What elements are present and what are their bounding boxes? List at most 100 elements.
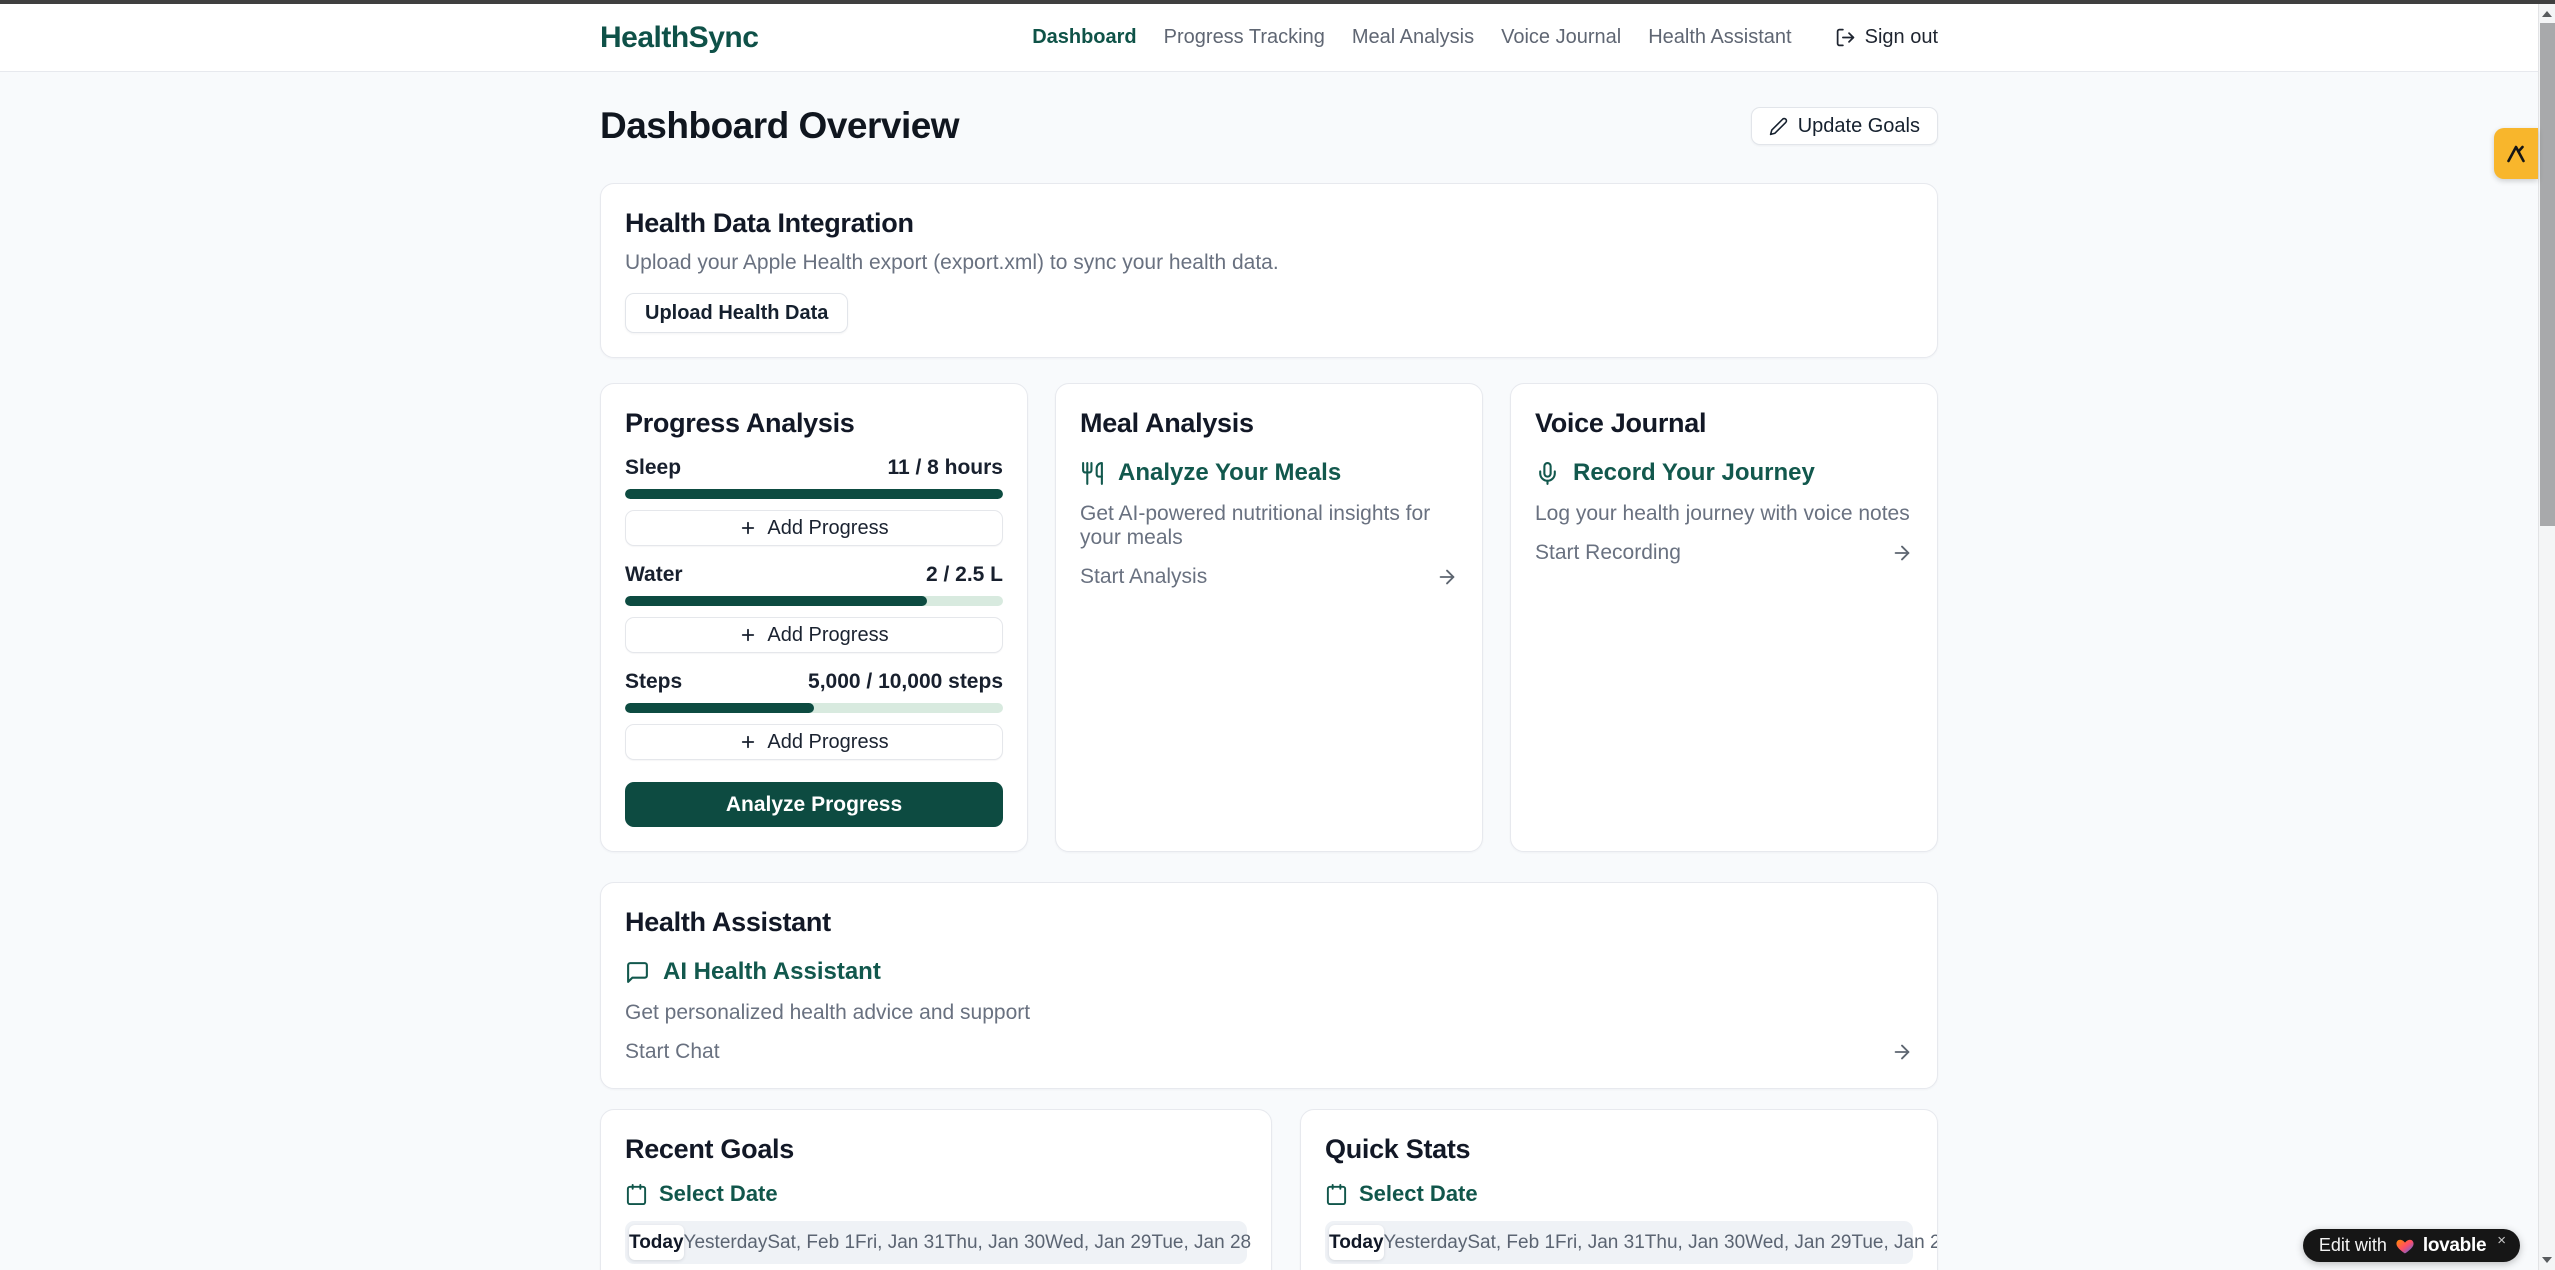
analyze-your-meals-label: Analyze Your Meals [1118,459,1341,487]
arrow-right-icon [1436,566,1458,588]
add-progress-label: Add Progress [767,731,888,754]
tab-sat-feb-1[interactable]: Sat, Feb 1 [1467,1225,1555,1260]
tab-thu-jan-30[interactable]: Thu, Jan 30 [1645,1225,1745,1260]
tab-sat-feb-1[interactable]: Sat, Feb 1 [767,1225,855,1260]
start-analysis-label: Start Analysis [1080,565,1207,589]
water-label: Water [625,563,683,587]
voice-journal-card: Voice Journal Record Your Journey Log yo… [1510,383,1938,852]
edit-with-label: Edit with [2319,1235,2387,1256]
voice-description: Log your health journey with voice notes [1535,502,1913,526]
nav-progress-tracking[interactable]: Progress Tracking [1164,26,1325,49]
window-top-edge [0,0,2555,4]
analyze-progress-button[interactable]: Analyze Progress [625,782,1003,827]
start-chat-label: Start Chat [625,1040,720,1064]
quick-stats-card: Quick Stats Select Date Today Yesterday … [1300,1109,1938,1270]
tab-tue-jan-28[interactable]: Tue, Jan 28 [1151,1225,1251,1260]
start-chat-link[interactable]: Start Chat [625,1040,1913,1064]
select-date-label: Select Date [1359,1181,1478,1207]
arrow-right-icon [1891,1041,1913,1063]
lovable-brand-label: lovable [2423,1235,2486,1257]
steps-value: 5,000 / 10,000 steps [808,670,1003,694]
app-logo[interactable]: HealthSync [600,21,758,55]
plus-icon [739,519,757,537]
tab-yesterday[interactable]: Yesterday [1384,1225,1468,1260]
tab-yesterday[interactable]: Yesterday [684,1225,768,1260]
start-recording-label: Start Recording [1535,541,1681,565]
health-assistant-card: Health Assistant AI Health Assistant Get… [600,882,1938,1089]
meal-description: Get AI-powered nutritional insights for … [1080,502,1458,550]
health-data-integration-card: Health Data Integration Upload your Appl… [600,183,1938,358]
add-sleep-progress-button[interactable]: Add Progress [625,510,1003,546]
meal-analysis-title: Meal Analysis [1080,408,1458,439]
main-content: Dashboard Overview Update Goals Health D… [0,72,2538,1270]
header: HealthSync Dashboard Progress Tracking M… [0,4,2538,72]
add-water-progress-button[interactable]: Add Progress [625,617,1003,653]
sleep-value: 11 / 8 hours [887,456,1003,480]
start-analysis-link[interactable]: Start Analysis [1080,565,1458,589]
recent-goals-date-tabs: Today Yesterday Sat, Feb 1 Fri, Jan 31 T… [625,1221,1247,1264]
add-steps-progress-button[interactable]: Add Progress [625,724,1003,760]
nav-meal-analysis[interactable]: Meal Analysis [1352,26,1474,49]
tab-thu-jan-30[interactable]: Thu, Jan 30 [945,1225,1045,1260]
logout-icon [1835,27,1856,48]
caret-logo-icon [2504,142,2528,166]
ai-health-assistant-label: AI Health Assistant [663,958,881,986]
edit-with-lovable-badge[interactable]: Edit with lovable × [2303,1229,2520,1262]
tab-fri-jan-31[interactable]: Fri, Jan 31 [855,1225,945,1260]
close-icon[interactable]: × [2497,1232,2506,1249]
sign-out-button[interactable]: Sign out [1835,26,1938,49]
scrollbar-thumb[interactable] [2540,23,2555,526]
recent-goals-title: Recent Goals [625,1134,1247,1165]
recent-goals-card: Recent Goals Select Date Today Yesterday… [600,1109,1272,1270]
upload-health-data-button[interactable]: Upload Health Data [625,293,848,333]
quick-stats-title: Quick Stats [1325,1134,1913,1165]
main-nav: Dashboard Progress Tracking Meal Analysi… [1032,26,1938,49]
scrollbar-up-arrow[interactable] [2539,6,2555,22]
plus-icon [739,626,757,644]
utensils-icon [1080,461,1105,486]
tab-wed-jan-29[interactable]: Wed, Jan 29 [1045,1225,1151,1260]
record-your-journey-label: Record Your Journey [1573,459,1815,487]
lovable-heart-icon [2395,1236,2415,1256]
page-title: Dashboard Overview [600,105,959,147]
quick-stats-date-tabs: Today Yesterday Sat, Feb 1 Fri, Jan 31 T… [1325,1221,1913,1264]
calendar-icon [625,1183,648,1206]
update-goals-button[interactable]: Update Goals [1751,107,1938,145]
steps-metric: Steps 5,000 / 10,000 steps Add Progress [625,670,1003,760]
steps-label: Steps [625,670,682,694]
tab-today[interactable]: Today [1329,1225,1384,1260]
nav-voice-journal[interactable]: Voice Journal [1501,26,1621,49]
quick-stats-select-date[interactable]: Select Date [1325,1181,1913,1207]
add-progress-label: Add Progress [767,517,888,540]
recent-goals-select-date[interactable]: Select Date [625,1181,1247,1207]
tab-today[interactable]: Today [629,1225,684,1260]
water-progress-bar [625,596,1003,606]
voice-journal-title: Voice Journal [1535,408,1913,439]
scrollbar-down-arrow[interactable] [2539,1252,2555,1268]
health-assistant-title: Health Assistant [625,907,1913,938]
add-progress-label: Add Progress [767,624,888,647]
analyze-your-meals-link[interactable]: Analyze Your Meals [1080,459,1458,487]
progress-analysis-card: Progress Analysis Sleep 11 / 8 hours Add… [600,383,1028,852]
nav-health-assistant[interactable]: Health Assistant [1648,26,1791,49]
calendar-icon [1325,1183,1348,1206]
progress-analysis-title: Progress Analysis [625,408,1003,439]
ai-health-assistant-link[interactable]: AI Health Assistant [625,958,1913,986]
record-your-journey-link[interactable]: Record Your Journey [1535,459,1913,487]
nav-dashboard[interactable]: Dashboard [1032,26,1136,49]
water-metric: Water 2 / 2.5 L Add Progress [625,563,1003,653]
scrollbar[interactable] [2538,4,2555,1270]
pencil-icon [1769,117,1788,136]
microphone-icon [1535,461,1560,486]
start-recording-link[interactable]: Start Recording [1535,541,1913,565]
sleep-progress-bar [625,489,1003,499]
tab-wed-jan-29[interactable]: Wed, Jan 29 [1745,1225,1851,1260]
select-date-label: Select Date [659,1181,778,1207]
update-goals-label: Update Goals [1798,115,1920,138]
tab-fri-jan-31[interactable]: Fri, Jan 31 [1555,1225,1645,1260]
tab-tue-jan-28[interactable]: Tue, Jan 28 [1851,1225,1938,1260]
floating-extension-badge[interactable] [2494,128,2538,179]
arrow-right-icon [1891,542,1913,564]
sleep-label: Sleep [625,456,681,480]
integration-description: Upload your Apple Health export (export.… [625,251,1913,275]
